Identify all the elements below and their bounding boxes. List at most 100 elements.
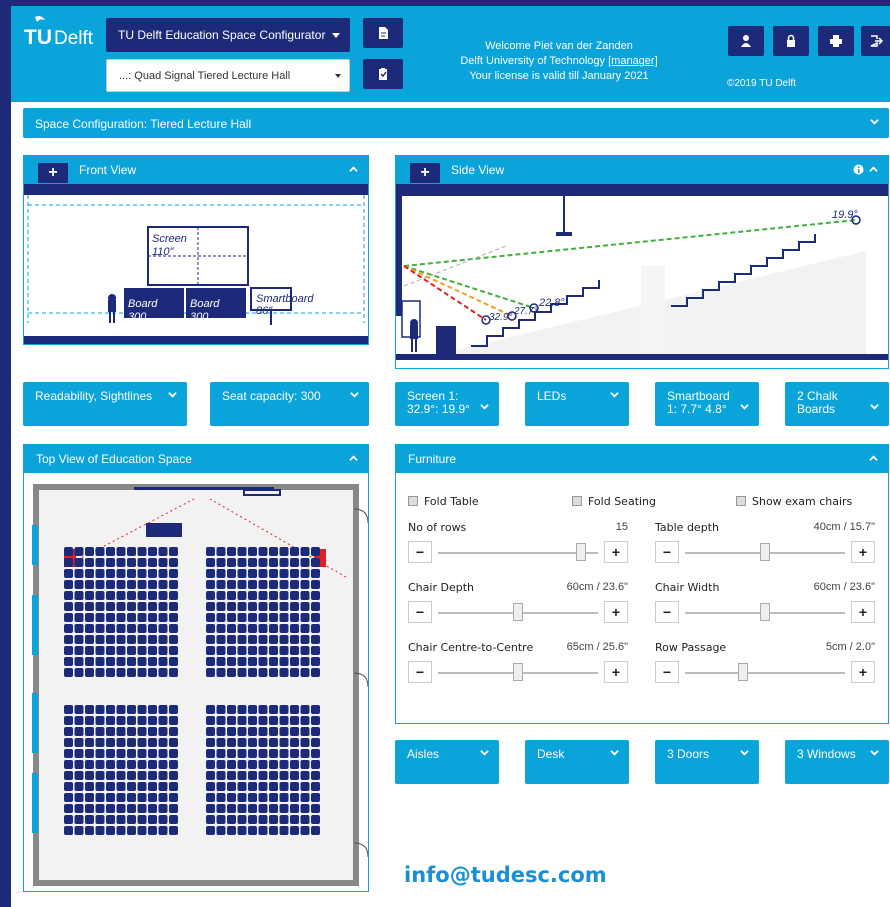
app-select[interactable]: TU Delft Education Space Configurator: [106, 18, 350, 52]
increment-button[interactable]: +: [851, 601, 875, 623]
smartboard-dropdown[interactable]: Smartboard 1: 7.7° 4.8°: [655, 382, 759, 426]
slider-handle[interactable]: [738, 663, 748, 681]
user-button[interactable]: [728, 26, 764, 56]
seat: [290, 826, 299, 835]
readability-dropdown[interactable]: Readability, Sightlines: [23, 382, 187, 426]
decrement-button[interactable]: −: [655, 601, 679, 623]
seat: [64, 591, 73, 600]
seat: [279, 727, 289, 736]
doors-dropdown[interactable]: 3 Doors: [655, 740, 759, 784]
logo[interactable]: TU Delft: [23, 14, 103, 50]
seat: [206, 771, 215, 780]
seat-capacity-dropdown[interactable]: Seat capacity: 300: [210, 382, 369, 426]
front-view-header[interactable]: + Front View: [24, 156, 368, 184]
seat: [300, 591, 310, 600]
fold-table-checkbox[interactable]: Fold Table: [408, 495, 479, 508]
furniture-header[interactable]: Furniture: [396, 445, 888, 473]
seat: [116, 771, 126, 780]
print-button[interactable]: [818, 26, 854, 56]
seat: [237, 635, 247, 644]
screen-dropdown[interactable]: Screen 1: 32.9°: 19.9°: [395, 382, 499, 426]
chevron-down-icon: [740, 404, 749, 410]
add-button[interactable]: +: [410, 163, 440, 183]
seat: [258, 727, 268, 736]
seat: [127, 804, 136, 813]
side-view-header[interactable]: + Side View: [396, 156, 888, 184]
slider-handle[interactable]: [513, 603, 523, 621]
seat: [85, 591, 94, 600]
seat: [279, 635, 289, 644]
front-view-panel: + Front View Screen 110" Board 300 Board…: [23, 155, 369, 345]
chevron-down-icon: [350, 392, 359, 398]
seat: [216, 738, 226, 747]
seat: [95, 749, 105, 758]
lock-button[interactable]: [773, 26, 809, 56]
checkbox-icon[interactable]: [408, 496, 418, 506]
seat: [148, 793, 157, 802]
windows-dropdown[interactable]: 3 Windows: [785, 740, 889, 784]
increment-button[interactable]: +: [604, 541, 628, 563]
seat: [95, 771, 105, 780]
show-exam-chairs-checkbox[interactable]: Show exam chairs: [736, 495, 852, 508]
decrement-button[interactable]: −: [655, 661, 679, 683]
seat: [290, 749, 299, 758]
increment-button[interactable]: +: [851, 541, 875, 563]
increment-button[interactable]: +: [604, 601, 628, 623]
seat: [137, 815, 147, 824]
aisles-dropdown[interactable]: Aisles: [395, 740, 499, 784]
slider-value: 65cm / 25.6": [566, 641, 628, 653]
decrement-button[interactable]: −: [408, 601, 432, 623]
seat: [116, 580, 126, 589]
chalk-boards-dropdown[interactable]: 2 Chalk Boards: [785, 382, 889, 426]
leds-dropdown[interactable]: LEDs: [525, 382, 629, 426]
load-document-button[interactable]: [363, 18, 403, 48]
top-view-header[interactable]: Top View of Education Space: [24, 445, 368, 473]
seat: [300, 727, 310, 736]
seat: [227, 624, 236, 633]
contact-email[interactable]: info@tudesc.com: [404, 863, 607, 887]
slider-handle[interactable]: [760, 603, 770, 621]
space-configuration-bar[interactable]: Space Configuration: Tiered Lecture Hall: [23, 108, 889, 138]
slider-handle[interactable]: [760, 543, 770, 561]
seat: [106, 771, 115, 780]
seat: [279, 716, 289, 725]
board1-label: Board: [128, 298, 158, 310]
seat: [227, 793, 236, 802]
increment-button[interactable]: +: [851, 661, 875, 683]
seat: [169, 826, 178, 835]
seat: [85, 635, 94, 644]
seat: [248, 580, 257, 589]
logout-button[interactable]: [861, 26, 890, 56]
desk-dropdown[interactable]: Desk: [525, 740, 629, 784]
seat: [227, 738, 236, 747]
seat: [290, 716, 299, 725]
seat: [64, 624, 73, 633]
checkbox-icon[interactable]: [736, 496, 746, 506]
seat: [148, 705, 157, 714]
slider-track[interactable]: [438, 552, 598, 554]
seat: [216, 826, 226, 835]
decrement-button[interactable]: −: [655, 541, 679, 563]
seat: [74, 646, 84, 655]
add-button[interactable]: +: [38, 163, 68, 183]
fold-seating-checkbox[interactable]: Fold Seating: [572, 495, 656, 508]
increment-button[interactable]: +: [604, 661, 628, 683]
info-icon[interactable]: [853, 164, 864, 175]
save-document-button[interactable]: [363, 59, 403, 89]
seat: [206, 804, 215, 813]
angle-a: 32.9°: [489, 312, 513, 323]
seat: [311, 558, 320, 567]
slider-handle[interactable]: [576, 543, 586, 561]
space-select[interactable]: ...: Quad Signal Tiered Lecture Hall: [106, 59, 350, 92]
manager-link[interactable]: [manager]: [608, 55, 658, 67]
slider-track[interactable]: [685, 672, 845, 674]
seat: [169, 727, 178, 736]
checkbox-icon[interactable]: [572, 496, 582, 506]
slider-handle[interactable]: [513, 663, 523, 681]
seat: [311, 716, 320, 725]
seat: [216, 782, 226, 791]
seat: [116, 624, 126, 633]
decrement-button[interactable]: −: [408, 661, 432, 683]
seat: [311, 624, 320, 633]
decrement-button[interactable]: −: [408, 541, 432, 563]
